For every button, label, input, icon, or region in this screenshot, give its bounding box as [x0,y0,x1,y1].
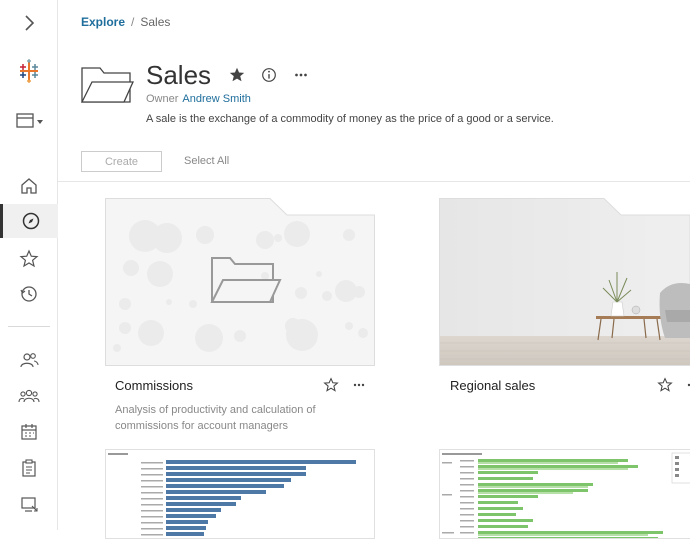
select-all-button[interactable]: Select All [184,155,229,167]
more-actions-icon[interactable] [292,66,310,84]
card-actions [323,377,367,393]
calendar-icon [19,422,39,442]
expand-sidebar-button[interactable] [0,10,58,36]
card-actions [657,377,690,393]
sidebar-item-schedules[interactable] [0,419,58,445]
project-card-commissions[interactable]: Commissions Analysis of productivity and… [105,198,375,438]
room-photo-thumbnail [439,198,690,366]
star-icon [19,249,39,269]
info-icon[interactable] [260,66,278,84]
monitor-icon [19,494,39,514]
owner-link[interactable]: Andrew Smith [182,93,250,105]
project-folder-icon [80,64,134,111]
sidebar-item-favorites[interactable] [0,246,58,272]
home-icon [19,176,39,196]
sidebar-item-users[interactable] [0,347,58,373]
chevron-right-icon [22,13,36,33]
header-divider [58,181,690,182]
sidebar-item-jobs[interactable] [0,491,58,517]
breadcrumb: Explore / Sales [81,15,170,29]
blue-bar-chart-thumbnail [106,450,375,539]
owner-label: Owner [146,93,178,105]
favorite-star-icon[interactable] [228,66,246,84]
main-content: Explore / Sales Sales OwnerAndrew Smith … [58,0,690,530]
favorite-star-outline-icon[interactable] [323,377,339,393]
site-switcher-icon [12,111,46,131]
sidebar-item-groups[interactable] [0,383,58,409]
sidebar-item-tasks[interactable] [0,455,58,481]
project-card-regional-sales[interactable]: Regional sales [439,198,690,438]
compass-icon [21,211,41,231]
more-actions-icon[interactable] [685,377,690,393]
users-icon [19,350,39,370]
breadcrumb-separator: / [131,15,134,29]
breadcrumb-explore-link[interactable]: Explore [81,15,125,29]
folder-thumbnail [105,198,375,366]
left-navigation [0,0,58,530]
workbook-thumbnail-green-chart[interactable] [439,449,690,539]
groups-icon [18,386,40,406]
page-title: Sales [146,60,211,91]
owner-line: Owner Andrew Smith [146,93,251,105]
title-actions [228,66,310,84]
card-description: Analysis of productivity and calculation… [115,402,345,434]
breadcrumb-current: Sales [140,15,170,29]
tableau-logo-icon [16,58,42,84]
site-switcher[interactable] [0,108,58,134]
favorite-star-outline-icon[interactable] [657,377,673,393]
project-description: A sale is the exchange of a commodity of… [146,113,554,125]
history-icon [19,284,39,304]
card-title[interactable]: Regional sales [450,378,535,393]
sidebar-item-home[interactable] [0,173,58,199]
more-actions-icon[interactable] [351,377,367,393]
card-title[interactable]: Commissions [115,378,193,393]
clipboard-icon [19,458,39,478]
workbook-thumbnail-bar-chart[interactable] [105,449,375,539]
sidebar-item-recents[interactable] [0,281,58,307]
tableau-logo[interactable] [0,58,58,84]
green-bar-chart-thumbnail [440,450,690,539]
sidebar-divider [8,326,50,327]
create-button[interactable]: Create [81,151,162,172]
sidebar-item-explore[interactable] [0,204,58,238]
